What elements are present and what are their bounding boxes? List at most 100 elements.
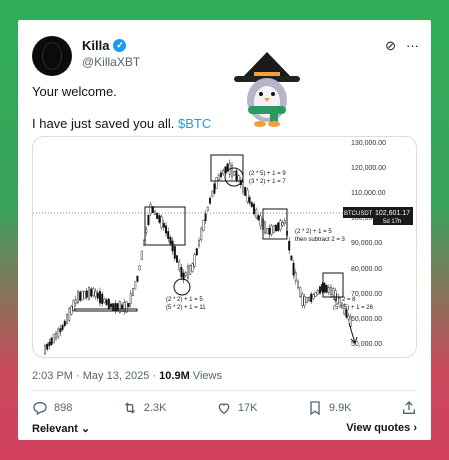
candle-body (98, 291, 101, 304)
price-chart: 130,000.00 120,000.00 110,000.00 100,000… (33, 140, 413, 356)
candle-body (323, 282, 326, 293)
candle-body (50, 337, 53, 345)
candle-body (77, 291, 80, 303)
grok-icon[interactable]: ⊘ (385, 38, 396, 54)
candle-body (149, 204, 152, 214)
annotation: (2 * 5) + 1 = 9 (249, 171, 286, 177)
candle-body (197, 240, 200, 246)
candle-body (202, 220, 205, 231)
candle-body (314, 292, 317, 297)
candle-body (83, 291, 86, 299)
user-name[interactable]: Killa ✓ (82, 38, 127, 53)
heart-icon (218, 403, 230, 415)
candle-body (61, 325, 64, 330)
candle-body (294, 272, 297, 282)
view-quotes-link[interactable]: View quotes › (346, 422, 417, 434)
y-tick: 110,000.00 (351, 190, 386, 197)
candle-body (241, 181, 244, 193)
candle-body (211, 190, 214, 198)
candle-body (72, 300, 75, 311)
bookmark-button[interactable]: 9.9K (307, 400, 352, 416)
candle-body (167, 231, 170, 239)
reply-button[interactable]: 898 (32, 400, 72, 416)
box (74, 308, 138, 312)
candle-body (48, 341, 51, 347)
candle-body (347, 315, 350, 320)
candle-body (55, 332, 58, 339)
candle-body (349, 316, 352, 327)
candle-body (259, 215, 262, 226)
y-tick: 90,000.00 (351, 240, 382, 247)
candle-body (297, 281, 300, 288)
candle-body (283, 220, 286, 224)
candle-body (160, 216, 163, 228)
candle-body (180, 267, 183, 278)
annotation: (3 * 2) + 1 = 7 (249, 179, 286, 185)
candle-body (305, 297, 308, 303)
candle-body (288, 240, 291, 251)
annotation: (2 * 2) + 1 = 5 (295, 229, 332, 235)
candle-body (219, 172, 222, 178)
candle-body (246, 189, 249, 202)
y-tick: 70,000.00 (351, 291, 382, 298)
candle-body (222, 170, 225, 175)
candle-body (105, 299, 108, 305)
candle-body (175, 255, 178, 263)
relevant-dropdown[interactable]: Relevant ⌄ (32, 422, 90, 435)
retweet-button[interactable]: 2.3K (122, 400, 166, 416)
candle-body (74, 299, 77, 304)
candle-body (332, 288, 335, 297)
candle-body (310, 293, 313, 302)
candle-body (171, 240, 174, 252)
y-tick: 130,000.00 (351, 140, 386, 147)
candle-body (127, 303, 130, 308)
candle-body (316, 289, 319, 295)
candle-body (123, 302, 126, 312)
share-button[interactable] (401, 400, 417, 416)
cashtag-link[interactable]: $BTC (178, 116, 211, 131)
avatar[interactable] (32, 36, 72, 76)
annotation: (5 * 2) + 1 = 11 (166, 305, 206, 311)
candle-body (145, 229, 148, 233)
candle-body (308, 297, 311, 301)
candle-body (57, 328, 60, 338)
time-label: 5d 17h (383, 219, 401, 225)
user-handle[interactable]: @KillaXBT (82, 55, 140, 69)
candle-body (195, 248, 198, 256)
divider (32, 390, 417, 391)
candle-body (312, 294, 315, 299)
annotation: 4 * 2 = 8 (333, 297, 356, 303)
chart-image[interactable]: 130,000.00 120,000.00 110,000.00 100,000… (32, 136, 417, 358)
candle-body (90, 288, 93, 297)
tweet-text-line1: Your welcome. (32, 84, 117, 99)
candle-body (248, 196, 251, 204)
like-button[interactable]: 17K (216, 400, 257, 416)
candle-body (268, 228, 271, 235)
candle-body (279, 220, 282, 230)
candle-body (66, 314, 69, 324)
candle-body (59, 328, 62, 333)
action-bar: 898 2.3K 17K 9.9K (32, 400, 417, 416)
circle-marker (173, 278, 191, 296)
price-label: 102,601.17 (375, 210, 410, 217)
candle-body (109, 303, 112, 308)
candle-body (303, 296, 306, 306)
candle-body (164, 225, 167, 234)
share-icon (402, 401, 415, 414)
annotation: (2 * 2) + 1 = 5 (166, 297, 203, 303)
candle-body (85, 290, 88, 298)
candle-body (301, 293, 304, 306)
candle-body (173, 246, 176, 259)
more-icon[interactable]: ··· (406, 38, 419, 54)
annotation: (5 * 5) + 1 = 26 (333, 305, 374, 311)
candle-body (255, 208, 258, 218)
candle-body (156, 212, 159, 219)
candle-body (193, 254, 196, 267)
candle-body (131, 288, 134, 296)
candle-body (158, 215, 161, 223)
candle-body (79, 291, 82, 301)
candle-body (233, 171, 236, 176)
candle-body (68, 308, 71, 321)
candle-body (70, 306, 73, 315)
candle-body (217, 174, 220, 181)
